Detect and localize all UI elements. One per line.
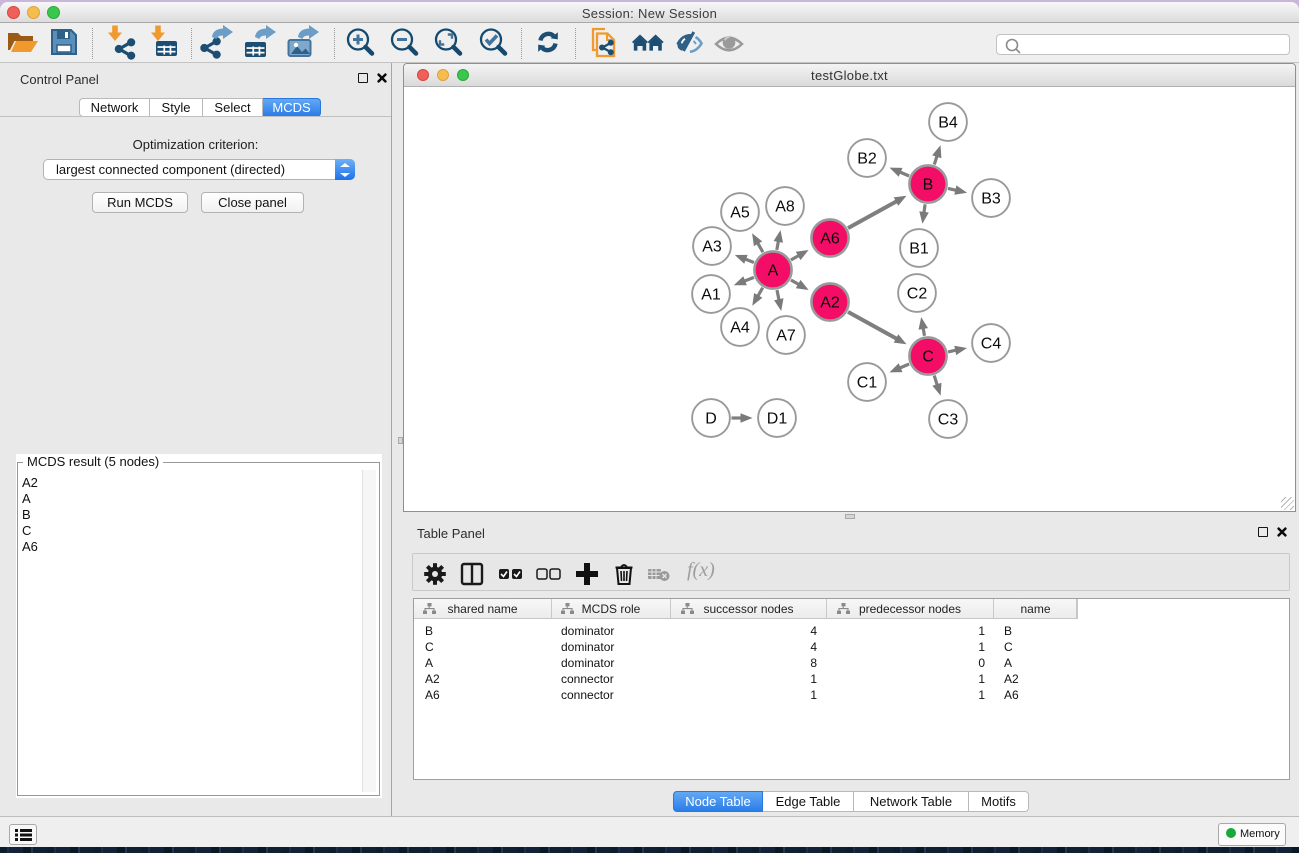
svg-text:A8: A8: [775, 199, 795, 216]
svg-text:B2: B2: [857, 151, 877, 168]
svg-text:B3: B3: [981, 191, 1001, 208]
svg-text:A5: A5: [730, 205, 750, 222]
svg-text:A2: A2: [820, 295, 840, 312]
svg-text:B: B: [923, 177, 934, 194]
svg-text:A6: A6: [820, 231, 840, 248]
svg-text:A3: A3: [702, 239, 722, 256]
svg-text:A: A: [768, 263, 779, 280]
svg-text:A4: A4: [730, 320, 750, 337]
svg-text:B4: B4: [938, 115, 958, 132]
svg-text:A1: A1: [701, 287, 721, 304]
svg-text:C3: C3: [938, 412, 959, 429]
svg-text:C1: C1: [857, 375, 878, 392]
svg-text:D: D: [705, 411, 717, 428]
svg-text:D1: D1: [767, 411, 788, 428]
svg-text:B1: B1: [909, 241, 929, 258]
svg-text:C: C: [922, 349, 934, 366]
svg-text:A7: A7: [776, 328, 796, 345]
svg-text:C4: C4: [981, 336, 1002, 353]
svg-text:C2: C2: [907, 286, 928, 303]
